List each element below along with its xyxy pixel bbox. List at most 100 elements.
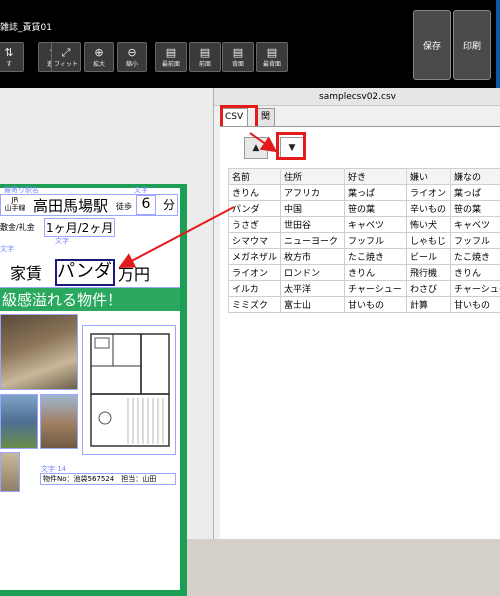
- column-header[interactable]: 名前: [229, 169, 281, 185]
- interior-photo[interactable]: [0, 314, 78, 390]
- column-header[interactable]: 嫌なの: [451, 169, 500, 185]
- rent-label: 家賃: [10, 260, 42, 284]
- column-header[interactable]: 住所: [281, 169, 345, 185]
- table-cell[interactable]: ビール: [407, 249, 451, 265]
- table-cell[interactable]: キャベツ: [451, 217, 500, 233]
- rent-unit: 万円: [118, 261, 150, 285]
- table-row[interactable]: メガネザル枚方市たこ焼きビールたこ焼き: [229, 249, 500, 265]
- bring-to-front-button[interactable]: ▤最前面: [155, 42, 187, 72]
- table-cell[interactable]: キャベツ: [345, 217, 407, 233]
- zoom-in-icon: ⊕: [85, 45, 113, 60]
- csv-panel: samplecsv02.csv CSV 関連付け ▲ ▼ 名前 住所 好き 嫌い…: [213, 88, 500, 539]
- table-row[interactable]: ミミズク富士山甘いもの計算甘いもの: [229, 297, 500, 313]
- table-cell[interactable]: うさぎ: [229, 217, 281, 233]
- station-name[interactable]: 高田馬場駅: [33, 195, 108, 216]
- table-cell[interactable]: ミミズク: [229, 297, 281, 313]
- table-cell[interactable]: 笹の葉: [451, 201, 500, 217]
- design-canvas[interactable]: 最寄り駅名 文字 JR 山手線 高田馬場駅 徒歩 6 分 敷金/礼金 1ヶ月/2…: [0, 88, 213, 539]
- table-cell[interactable]: きりん: [345, 265, 407, 281]
- table-cell[interactable]: わさび: [407, 281, 451, 297]
- table-row[interactable]: ライオンロンドンきりん飛行機きりん: [229, 265, 500, 281]
- exterior-photo-2[interactable]: [40, 394, 78, 449]
- deposit-value[interactable]: 1ヶ月/2ヶ月: [44, 218, 115, 237]
- table-cell[interactable]: たこ焼き: [451, 249, 500, 265]
- table-cell[interactable]: フッフル: [451, 233, 500, 249]
- table-cell[interactable]: アフリカ: [281, 185, 345, 201]
- save-button[interactable]: 保存: [413, 10, 451, 80]
- table-row[interactable]: きりんアフリカ葉っぱライオン葉っぱ: [229, 185, 500, 201]
- table-cell[interactable]: しゃもじ: [407, 233, 451, 249]
- panel-title: samplecsv02.csv: [214, 88, 500, 106]
- table-cell[interactable]: チャーシュー: [345, 281, 407, 297]
- table-cell[interactable]: チャーシュー: [451, 281, 500, 297]
- walk-minutes[interactable]: 6: [136, 195, 156, 215]
- table-cell[interactable]: 辛いもの: [407, 201, 451, 217]
- document-title: 雑誌_責賃01: [0, 20, 52, 33]
- toolbar: 雑誌_責賃01 ⇅す ↘進む ⤢フィット ⊕拡大 ⊖縮小 ▤最前面 ▤前面 ▤背…: [0, 0, 500, 88]
- flyer-page[interactable]: 最寄り駅名 文字 JR 山手線 高田馬場駅 徒歩 6 分 敷金/礼金 1ヶ月/2…: [0, 184, 187, 596]
- window-edge: [496, 0, 500, 88]
- table-cell[interactable]: 枚方市: [281, 249, 345, 265]
- line-label: JR 山手線: [2, 196, 28, 212]
- table-cell[interactable]: メガネザル: [229, 249, 281, 265]
- table-cell[interactable]: 笹の葉: [345, 201, 407, 217]
- guide-rent: 文字: [0, 244, 14, 254]
- table-row[interactable]: イルカ太平洋チャーシューわさびチャーシュー: [229, 281, 500, 297]
- table-cell[interactable]: フッフル: [345, 233, 407, 249]
- detail-photo[interactable]: [0, 452, 20, 492]
- table-cell[interactable]: 甘いもの: [451, 297, 500, 313]
- layer-forward-icon: ▤: [190, 45, 220, 60]
- exterior-photo-1[interactable]: [0, 394, 38, 449]
- fit-button[interactable]: ⤢フィット: [51, 42, 81, 72]
- toolbar-button-1[interactable]: ⇅す: [0, 42, 24, 72]
- column-header[interactable]: 嫌い: [407, 169, 451, 185]
- table-cell[interactable]: 葉っぱ: [345, 185, 407, 201]
- table-cell[interactable]: きりん: [451, 265, 500, 281]
- table-cell[interactable]: 世田谷: [281, 217, 345, 233]
- table-cell[interactable]: ロンドン: [281, 265, 345, 281]
- guide-text: 文字: [55, 236, 69, 246]
- table-cell[interactable]: 中国: [281, 201, 345, 217]
- zoom-in-button[interactable]: ⊕拡大: [84, 42, 114, 72]
- layer-back-icon: ▤: [257, 45, 287, 60]
- csv-table[interactable]: 名前 住所 好き 嫌い 嫌なの きりんアフリカ葉っぱライオン葉っぱパンダ中国笹の…: [228, 168, 500, 313]
- table-cell[interactable]: パンダ: [229, 201, 281, 217]
- table-cell[interactable]: ニューヨーク: [281, 233, 345, 249]
- table-cell[interactable]: ライオン: [407, 185, 451, 201]
- deposit-label: 敷金/礼金: [0, 222, 35, 233]
- print-button[interactable]: 印刷: [453, 10, 491, 80]
- fit-icon: ⤢: [52, 45, 80, 60]
- table-cell[interactable]: きりん: [229, 185, 281, 201]
- table-cell[interactable]: シマウマ: [229, 233, 281, 249]
- floor-plan-icon: [83, 326, 177, 456]
- minutes-unit: 分: [163, 196, 175, 213]
- send-to-back-button[interactable]: ▤最背面: [256, 42, 288, 72]
- catchphrase-banner[interactable]: 級感溢れる物件！: [0, 287, 180, 311]
- table-cell[interactable]: 怖い犬: [407, 217, 451, 233]
- tab-link[interactable]: 関連付け: [256, 108, 275, 126]
- sort-icon: ⇅: [0, 45, 23, 60]
- table-header-row: 名前 住所 好き 嫌い 嫌なの: [229, 169, 500, 185]
- table-row[interactable]: パンダ中国笹の葉辛いもの笹の葉: [229, 201, 500, 217]
- zoom-out-button[interactable]: ⊖縮小: [117, 42, 147, 72]
- bring-forward-button[interactable]: ▤前面: [189, 42, 221, 72]
- property-footer[interactable]: 物件No：池袋567524 担当：山田: [40, 473, 176, 485]
- table-row[interactable]: シマウマニューヨークフッフルしゃもじフッフル: [229, 233, 500, 249]
- highlight-down-button: [276, 132, 306, 160]
- table-cell[interactable]: 葉っぱ: [451, 185, 500, 201]
- table-cell[interactable]: 甘いもの: [345, 297, 407, 313]
- send-backward-button[interactable]: ▤背面: [222, 42, 254, 72]
- zoom-out-icon: ⊖: [118, 45, 146, 60]
- table-cell[interactable]: イルカ: [229, 281, 281, 297]
- table-cell[interactable]: ライオン: [229, 265, 281, 281]
- table-cell[interactable]: 計算: [407, 297, 451, 313]
- rent-value[interactable]: パンダ: [57, 257, 112, 283]
- table-cell[interactable]: 太平洋: [281, 281, 345, 297]
- table-cell[interactable]: 飛行機: [407, 265, 451, 281]
- table-row[interactable]: うさぎ世田谷キャベツ怖い犬キャベツ: [229, 217, 500, 233]
- table-cell[interactable]: たこ焼き: [345, 249, 407, 265]
- move-up-button[interactable]: ▲: [244, 137, 268, 159]
- table-cell[interactable]: 富士山: [281, 297, 345, 313]
- floor-plan-image[interactable]: [82, 325, 176, 455]
- column-header[interactable]: 好き: [345, 169, 407, 185]
